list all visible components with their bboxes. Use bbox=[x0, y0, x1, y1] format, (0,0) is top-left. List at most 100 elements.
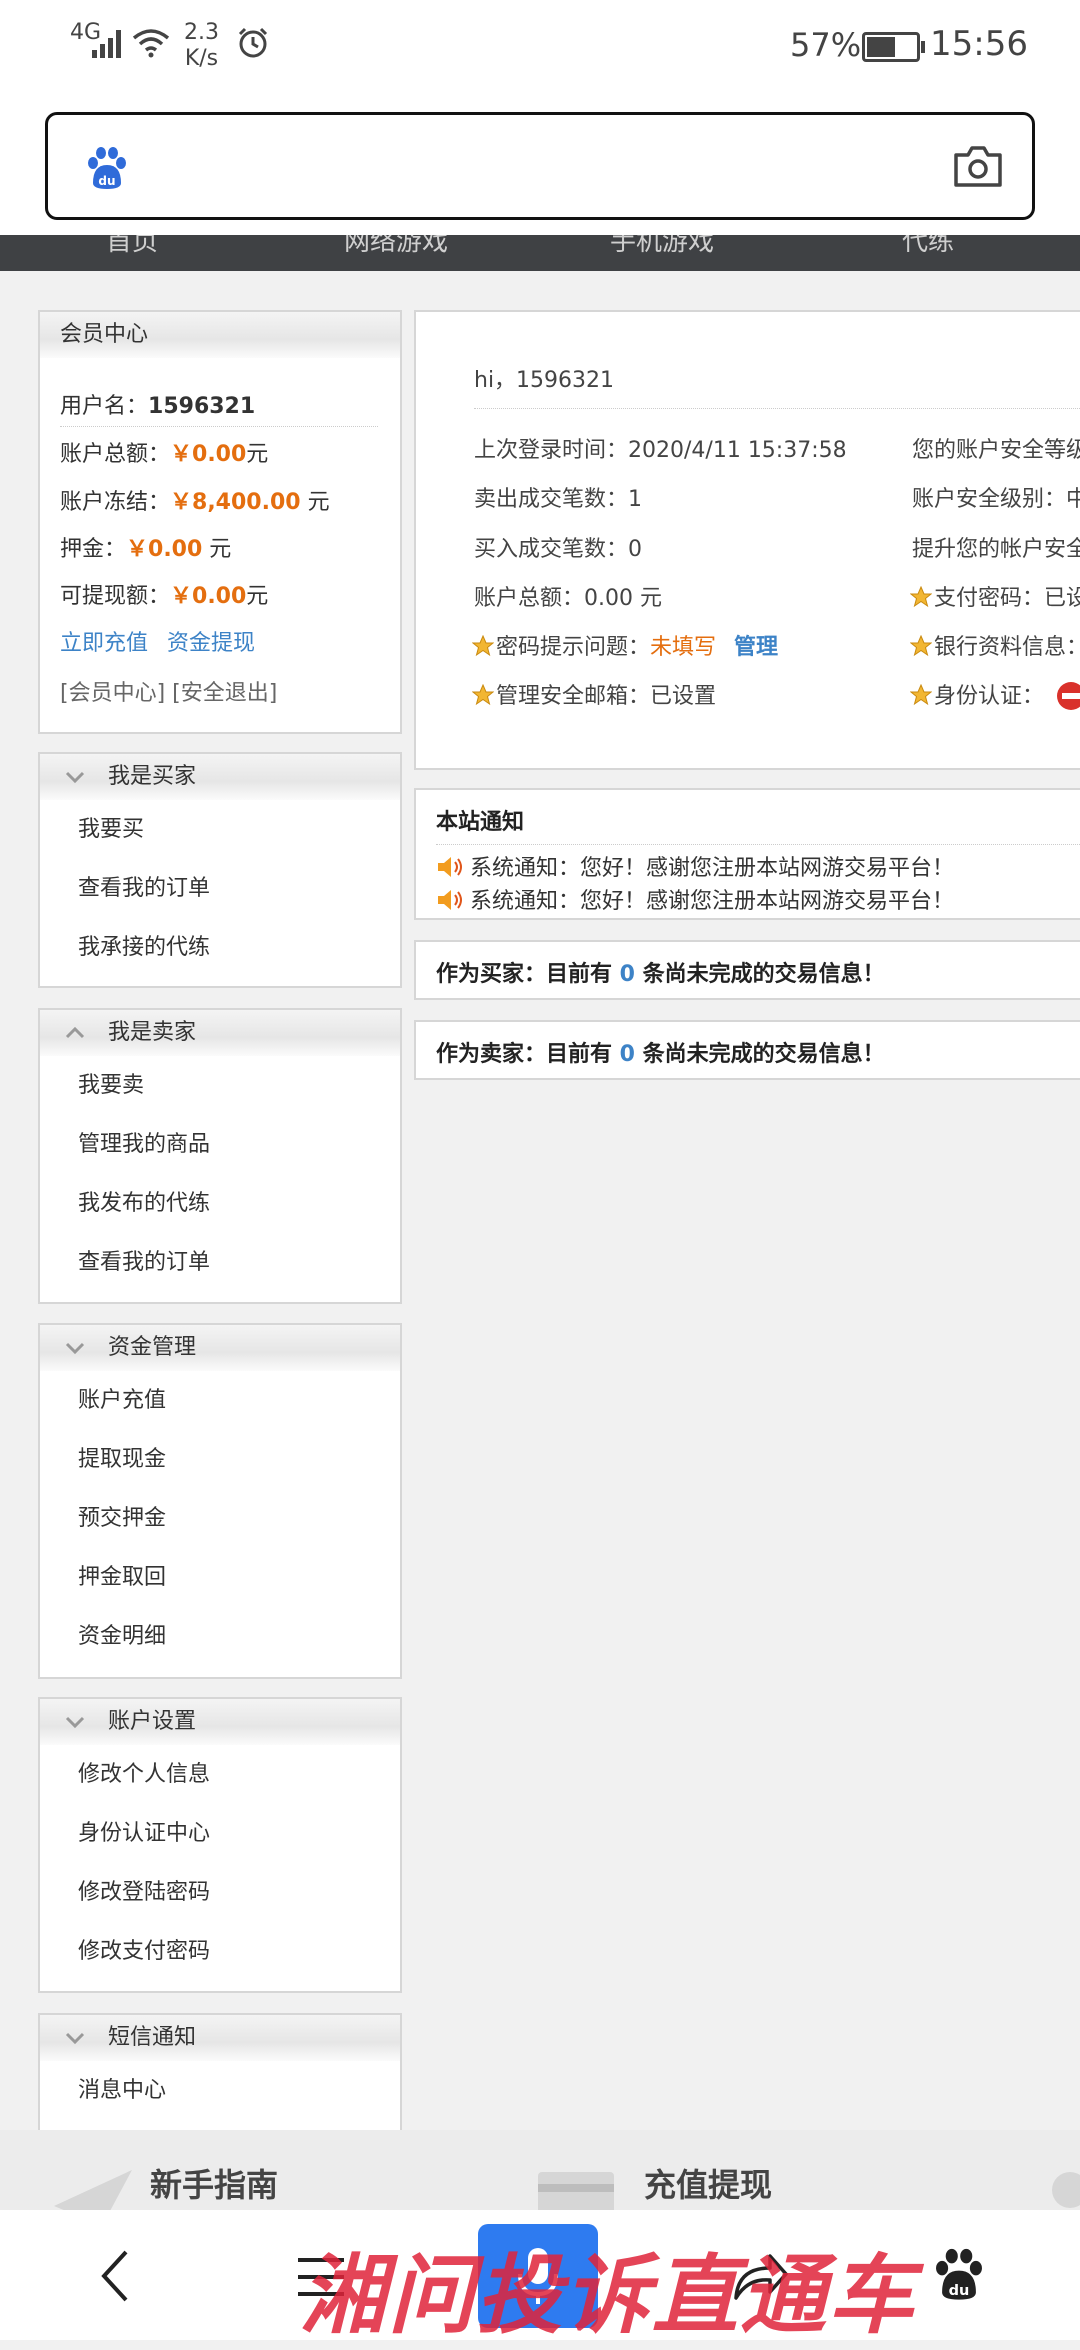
deposit-label: 押金： bbox=[60, 537, 127, 562]
menu-item-pay-password[interactable]: 修改支付密码 bbox=[40, 1922, 400, 1981]
menu-item-withdraw-cash[interactable]: 提取现金 bbox=[40, 1430, 400, 1489]
top-nav: 首页 网络游戏 手机游戏 代练 bbox=[0, 235, 1080, 271]
username-label: 用户名： bbox=[60, 394, 149, 419]
buyer-menu-header[interactable]: 我是买家 bbox=[40, 754, 400, 800]
account-settings-menu: 账户设置 修改个人信息 身份认证中心 修改登陆密码 修改支付密码 bbox=[38, 1697, 402, 1993]
nav-item-home[interactable]: 首页 bbox=[106, 235, 158, 258]
seller-pending-suffix: 条尚未完成的交易信息！ bbox=[634, 1042, 885, 1067]
speed-unit: K/s bbox=[184, 46, 219, 71]
greeting: hi，1596321 bbox=[474, 368, 615, 393]
menu-item-id-verification[interactable]: 身份认证中心 bbox=[40, 1804, 400, 1863]
menu-item-manage-goods[interactable]: 管理我的商品 bbox=[40, 1115, 400, 1174]
menu-item-seller-orders[interactable]: 查看我的订单 bbox=[40, 1233, 400, 1292]
funds-menu-header[interactable]: 资金管理 bbox=[40, 1325, 400, 1371]
chevron-down-icon bbox=[65, 771, 85, 784]
menu-item-edit-profile[interactable]: 修改个人信息 bbox=[40, 1745, 400, 1804]
buyer-pending-text: 作为买家：目前有 0 条尚未完成的交易信息！ bbox=[436, 956, 885, 988]
buyer-pending-prefix: 作为买家：目前有 bbox=[436, 962, 620, 987]
menu-item-sell[interactable]: 我要卖 bbox=[40, 1056, 400, 1115]
account-settings-header[interactable]: 账户设置 bbox=[40, 1699, 400, 1745]
signal-icon bbox=[92, 26, 126, 58]
seller-menu-header[interactable]: 我是卖家 bbox=[40, 1010, 400, 1056]
footer-strip: 新手指南 充值提现 bbox=[0, 2130, 1080, 2210]
security-email-label: 管理安全邮箱： bbox=[496, 684, 651, 709]
balance-unit: 元 bbox=[246, 442, 269, 467]
menu-item-published-boosting[interactable]: 我发布的代练 bbox=[40, 1174, 400, 1233]
sms-menu-title: 短信通知 bbox=[108, 2025, 197, 2050]
menu-item-message-center[interactable]: 消息中心 bbox=[40, 2061, 400, 2120]
svg-text:du: du bbox=[949, 2283, 970, 2299]
buyer-pending-count[interactable]: 0 bbox=[620, 962, 635, 987]
sold-count-label: 卖出成交笔数： bbox=[474, 487, 629, 512]
password-hint-value: 未填写 bbox=[650, 635, 717, 660]
clock: 15:56 bbox=[930, 24, 1028, 64]
account-settings-title: 账户设置 bbox=[108, 1709, 197, 1734]
frozen-label: 账户冻结： bbox=[60, 490, 171, 515]
card-icon bbox=[538, 2172, 614, 2210]
chevron-up-icon bbox=[65, 1026, 85, 1039]
balance-row: 账户总额：￥0.00元 bbox=[60, 436, 268, 468]
notice-item[interactable]: 系统通知：您好！感谢您注册本站网游交易平台！ bbox=[436, 883, 954, 915]
withdrawable-label: 可提现额： bbox=[60, 584, 171, 609]
baidu-paw-icon[interactable]: du bbox=[83, 143, 131, 191]
menu-item-prepay-deposit[interactable]: 预交押金 bbox=[40, 1489, 400, 1548]
deposit-value: ￥0.00 bbox=[126, 537, 203, 562]
back-icon[interactable] bbox=[96, 2248, 136, 2304]
password-hint-row: 密码提示问题：未填写 管理 bbox=[472, 629, 778, 661]
account-info-panel: hi，1596321 上次登录时间：2020/4/11 15:37:58 卖出成… bbox=[414, 310, 1080, 770]
site-notice-title: 本站通知 bbox=[436, 810, 525, 835]
seller-pending-prefix: 作为卖家：目前有 bbox=[436, 1042, 620, 1067]
notice-label: 系统通知： bbox=[470, 889, 581, 914]
recharge-withdraw-link[interactable]: 充值提现 bbox=[644, 2160, 772, 2206]
star-icon bbox=[910, 684, 932, 706]
seller-pending-panel: 作为卖家：目前有 0 条尚未完成的交易信息！ bbox=[414, 1020, 1080, 1080]
frozen-unit: 元 bbox=[300, 490, 330, 515]
menu-item-deposit-return[interactable]: 押金取回 bbox=[40, 1548, 400, 1607]
withdrawable-unit: 元 bbox=[246, 584, 269, 609]
security-email-row: 管理安全邮箱：已设置 bbox=[472, 678, 716, 710]
seller-pending-count[interactable]: 0 bbox=[620, 1042, 635, 1067]
member-center-title: 会员中心 bbox=[40, 312, 400, 358]
wifi-icon bbox=[132, 29, 170, 58]
nav-item-mobile-games[interactable]: 手机游戏 bbox=[610, 235, 714, 258]
menu-item-my-orders[interactable]: 查看我的订单 bbox=[40, 859, 400, 918]
member-center-link[interactable]: [会员中心] bbox=[60, 681, 165, 706]
speaker-icon bbox=[438, 890, 462, 910]
buyer-pending-suffix: 条尚未完成的交易信息！ bbox=[634, 962, 885, 987]
seller-pending-text: 作为卖家：目前有 0 条尚未完成的交易信息！ bbox=[436, 1036, 885, 1068]
menu-item-accepted-boosting[interactable]: 我承接的代练 bbox=[40, 918, 400, 977]
security-level: 账户安全级别：中 bbox=[912, 487, 1080, 512]
speaker-icon bbox=[438, 857, 462, 877]
pay-password-status: 支付密码：已设 bbox=[934, 586, 1080, 611]
star-icon bbox=[910, 635, 932, 657]
menu-item-buy[interactable]: 我要买 bbox=[40, 800, 400, 859]
chevron-down-icon bbox=[65, 1342, 85, 1355]
paper-plane-icon bbox=[54, 2170, 132, 2210]
withdraw-link[interactable]: 资金提现 bbox=[167, 631, 255, 656]
withdrawable-value: ￥0.00 bbox=[170, 584, 247, 609]
total-balance-row: 账户总额：0.00 元 bbox=[474, 580, 662, 612]
baidu-home-icon[interactable]: du bbox=[930, 2244, 988, 2302]
sms-menu: 短信通知 消息中心 bbox=[38, 2013, 402, 2133]
password-hint-manage-link[interactable]: 管理 bbox=[734, 635, 778, 660]
camera-icon[interactable] bbox=[952, 143, 1004, 189]
nav-item-online-games[interactable]: 网络游戏 bbox=[344, 235, 448, 258]
username-value: 1596321 bbox=[148, 394, 256, 419]
logout-link[interactable]: [安全退出] bbox=[172, 681, 277, 706]
nav-item-boosting[interactable]: 代练 bbox=[902, 235, 954, 258]
funds-menu-title: 资金管理 bbox=[108, 1335, 197, 1360]
recharge-link[interactable]: 立即充值 bbox=[60, 631, 148, 656]
menu-item-fund-details[interactable]: 资金明细 bbox=[40, 1607, 400, 1666]
menu-item-login-password[interactable]: 修改登陆密码 bbox=[40, 1863, 400, 1922]
bank-info-row: 银行资料信息： bbox=[910, 629, 1080, 661]
username-row: 用户名：1596321 bbox=[60, 388, 255, 420]
star-icon bbox=[472, 635, 494, 657]
sms-menu-header[interactable]: 短信通知 bbox=[40, 2015, 400, 2061]
deposit-unit: 元 bbox=[202, 537, 232, 562]
search-input[interactable]: du bbox=[45, 112, 1035, 220]
last-login-value: 2020/4/11 15:37:58 bbox=[628, 438, 847, 463]
notice-item[interactable]: 系统通知：您好！感谢您注册本站网游交易平台！ bbox=[436, 850, 954, 882]
menu-item-recharge[interactable]: 账户充值 bbox=[40, 1371, 400, 1430]
notice-label: 系统通知： bbox=[470, 856, 581, 881]
guide-link[interactable]: 新手指南 bbox=[150, 2160, 278, 2206]
